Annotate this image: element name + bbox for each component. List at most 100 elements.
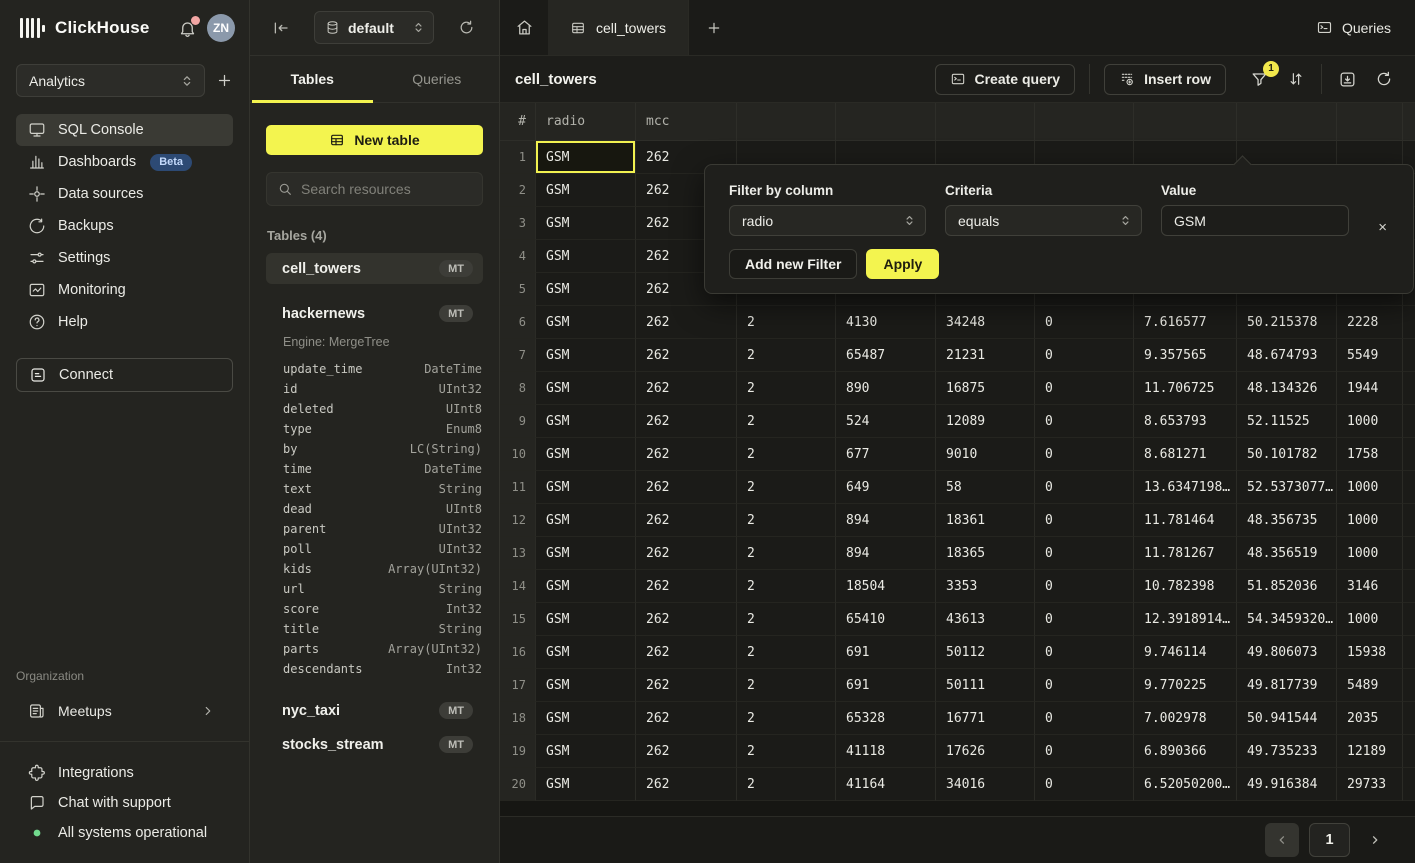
remove-filter-close-icon[interactable]: × bbox=[1378, 220, 1387, 235]
grid-cell[interactable]: 49.916384 bbox=[1237, 768, 1337, 801]
grid-cell[interactable]: 50.215378 bbox=[1237, 306, 1337, 339]
grid-cell[interactable]: 1000 bbox=[1337, 504, 1403, 537]
search-resources-box[interactable] bbox=[266, 172, 483, 206]
filter-icon[interactable]: 1 bbox=[1248, 68, 1271, 91]
grid-cell[interactable]: 1944 bbox=[1337, 372, 1403, 405]
grid-cell[interactable]: 49.735233 bbox=[1237, 735, 1337, 768]
grid-cell[interactable]: GSM bbox=[536, 273, 636, 306]
grid-cell[interactable]: GSM bbox=[536, 636, 636, 669]
grid-cell[interactable]: 18504 bbox=[836, 570, 936, 603]
grid-cell[interactable]: 50.101782 bbox=[1237, 438, 1337, 471]
grid-cell[interactable]: GSM bbox=[536, 207, 636, 240]
grid-cell[interactable]: 2 bbox=[737, 339, 836, 372]
add-new-filter-button[interactable]: Add new Filter bbox=[729, 249, 857, 279]
grid-cell[interactable]: 262 bbox=[636, 306, 737, 339]
grid-cell[interactable]: 894 bbox=[836, 537, 936, 570]
table-item-nyc-taxi[interactable]: nyc_taxi MT bbox=[266, 695, 483, 726]
column-header[interactable]: radio bbox=[536, 103, 636, 141]
collapse-sidebar-icon[interactable] bbox=[272, 19, 290, 37]
grid-cell[interactable]: 691 bbox=[836, 669, 936, 702]
grid-cell[interactable]: GSM bbox=[536, 339, 636, 372]
new-table-button[interactable]: New table bbox=[266, 125, 483, 155]
grid-cell[interactable]: 0 bbox=[1035, 702, 1134, 735]
grid-cell[interactable]: 0 bbox=[1035, 504, 1134, 537]
column-header[interactable] bbox=[1035, 103, 1134, 141]
grid-cell[interactable]: 48.356735 bbox=[1237, 504, 1337, 537]
grid-cell[interactable]: GSM bbox=[536, 240, 636, 273]
grid-cell[interactable]: 262 bbox=[636, 702, 737, 735]
grid-cell[interactable]: 65487 bbox=[836, 339, 936, 372]
table-item-cell-towers[interactable]: cell_towers MT bbox=[266, 253, 483, 284]
grid-cell[interactable]: 262 bbox=[636, 636, 737, 669]
grid-cell[interactable]: 5489 bbox=[1337, 669, 1403, 702]
grid-cell[interactable]: 262 bbox=[636, 603, 737, 636]
sidebar-item-data-sources[interactable]: Data sources bbox=[16, 178, 233, 210]
search-resources-input[interactable] bbox=[301, 181, 472, 197]
column-header[interactable]: mcc bbox=[636, 103, 737, 141]
grid-cell[interactable]: 52.11525 bbox=[1237, 405, 1337, 438]
grid-cell[interactable]: 58 bbox=[936, 471, 1035, 504]
column-header[interactable] bbox=[936, 103, 1035, 141]
grid-cell[interactable]: 1000 bbox=[1337, 405, 1403, 438]
table-item-stocks-stream[interactable]: stocks_stream MT bbox=[266, 729, 483, 760]
grid-cell[interactable]: 1000 bbox=[1337, 471, 1403, 504]
grid-cell[interactable]: 41118 bbox=[836, 735, 936, 768]
grid-cell[interactable]: 34016 bbox=[936, 768, 1035, 801]
grid-cell[interactable]: 262 bbox=[636, 339, 737, 372]
column-header[interactable] bbox=[1237, 103, 1337, 141]
grid-cell[interactable]: 7.002978 bbox=[1134, 702, 1237, 735]
grid-cell[interactable]: 51.852036 bbox=[1237, 570, 1337, 603]
grid-cell[interactable]: GSM bbox=[536, 372, 636, 405]
grid-cell[interactable]: GSM bbox=[536, 669, 636, 702]
grid-cell[interactable]: 0 bbox=[1035, 570, 1134, 603]
grid-cell[interactable]: 48.134326 bbox=[1237, 372, 1337, 405]
grid-cell[interactable]: GSM bbox=[536, 174, 636, 207]
filter-criteria-select[interactable]: equals bbox=[945, 205, 1142, 236]
grid-cell[interactable]: 0 bbox=[1035, 306, 1134, 339]
selected-cell[interactable]: GSM bbox=[536, 141, 636, 174]
queries-button[interactable]: Queries bbox=[1316, 19, 1391, 36]
grid-cell[interactable]: GSM bbox=[536, 768, 636, 801]
grid-cell[interactable]: 9.746114 bbox=[1134, 636, 1237, 669]
current-page-button[interactable]: 1 bbox=[1309, 823, 1350, 857]
grid-cell[interactable]: 16771 bbox=[936, 702, 1035, 735]
grid-cell[interactable]: 2 bbox=[737, 438, 836, 471]
grid-cell[interactable]: 18365 bbox=[936, 537, 1035, 570]
column-header[interactable] bbox=[836, 103, 936, 141]
grid-cell[interactable]: 262 bbox=[636, 405, 737, 438]
grid-cell[interactable]: 12.3918914… bbox=[1134, 603, 1237, 636]
grid-cell[interactable]: 2 bbox=[737, 570, 836, 603]
grid-cell[interactable]: 1000 bbox=[1337, 603, 1403, 636]
table-item-hackernews[interactable]: hackernews MT bbox=[266, 298, 483, 329]
download-icon[interactable] bbox=[1336, 68, 1359, 91]
grid-cell[interactable]: 48.356519 bbox=[1237, 537, 1337, 570]
grid-cell[interactable]: 6.52050200… bbox=[1134, 768, 1237, 801]
grid-cell[interactable]: 11.706725 bbox=[1134, 372, 1237, 405]
grid-cell[interactable]: 21231 bbox=[936, 339, 1035, 372]
grid-cell[interactable]: 9.357565 bbox=[1134, 339, 1237, 372]
grid-cell[interactable]: 2 bbox=[737, 471, 836, 504]
new-tab-plus-icon[interactable] bbox=[689, 0, 739, 55]
grid-cell[interactable]: 2 bbox=[737, 735, 836, 768]
grid-cell[interactable]: GSM bbox=[536, 471, 636, 504]
grid-cell[interactable]: 65328 bbox=[836, 702, 936, 735]
database-select[interactable]: default bbox=[314, 11, 434, 44]
grid-cell[interactable]: 12189 bbox=[1337, 735, 1403, 768]
refresh-data-icon[interactable] bbox=[1373, 68, 1395, 90]
grid-cell[interactable]: 43613 bbox=[936, 603, 1035, 636]
grid-cell[interactable]: 262 bbox=[636, 669, 737, 702]
sidebar-item-all-systems-operational[interactable]: All systems operational bbox=[16, 818, 233, 848]
grid-cell[interactable]: 691 bbox=[836, 636, 936, 669]
grid-cell[interactable]: 7.616577 bbox=[1134, 306, 1237, 339]
workspace-select[interactable]: Analytics bbox=[16, 64, 205, 97]
grid-cell[interactable]: 12089 bbox=[936, 405, 1035, 438]
sort-icon[interactable] bbox=[1285, 68, 1307, 90]
previous-page-button[interactable] bbox=[1265, 823, 1299, 857]
tab-queries[interactable]: Queries bbox=[375, 56, 500, 102]
grid-cell[interactable]: 2035 bbox=[1337, 702, 1403, 735]
grid-cell[interactable]: 2 bbox=[737, 669, 836, 702]
grid-cell[interactable]: 524 bbox=[836, 405, 936, 438]
grid-cell[interactable]: 50111 bbox=[936, 669, 1035, 702]
sidebar-item-meetups[interactable]: Meetups bbox=[16, 695, 233, 727]
connect-button[interactable]: Connect bbox=[16, 358, 233, 392]
